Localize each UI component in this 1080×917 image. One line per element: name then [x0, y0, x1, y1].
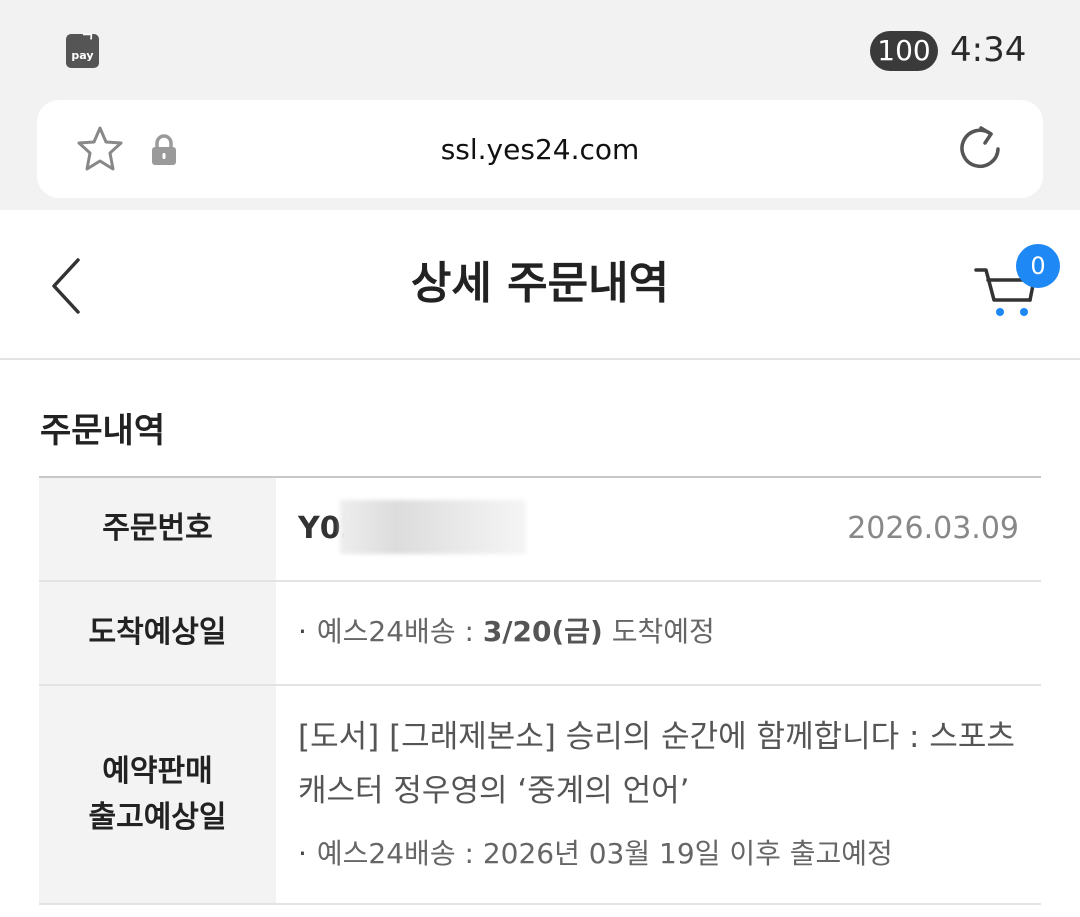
arrival-date: 3/20(금)	[482, 615, 603, 648]
arrival-label: 도착예상일	[39, 582, 276, 684]
arrival-cell: · 예스24배송 : 3/20(금) 도착예정	[276, 582, 1041, 684]
table-row: 주문번호 Y03 2026.03.09	[39, 478, 1041, 582]
ship-info: · 예스24배송 : 2026년 03월 19일 이후 출고예정	[298, 837, 893, 870]
order-date: 2026.03.09	[847, 511, 1019, 546]
url-text[interactable]: ssl.yes24.com	[37, 130, 1043, 170]
cart-count-badge: 0	[1016, 244, 1060, 288]
order-table: 주문번호 Y03 2026.03.09 도착예상일 · 예스24배송 : 3/20…	[39, 476, 1041, 905]
app-header: 상세 주문내역 0	[0, 210, 1080, 360]
preorder-label: 예약판매 출고예상일	[39, 686, 276, 903]
arrival-info: · 예스24배송 : 3/20(금) 도착예정	[298, 615, 715, 648]
address-bar[interactable]: ssl.yes24.com	[37, 100, 1043, 198]
preorder-cell: [도서] [그래제본소] 승리의 순간에 함께합니다 : 스포츠 캐스터 정우영…	[276, 686, 1041, 903]
battery-indicator: 100	[870, 31, 938, 71]
status-clock: 4:34	[950, 30, 1027, 70]
reload-icon[interactable]	[953, 122, 1007, 176]
page-title: 상세 주문내역	[410, 258, 670, 309]
status-bar: ᄀ pay 100 4:34	[0, 0, 1080, 100]
browser-toolbar: ssl.yes24.com	[0, 100, 1080, 210]
order-number-label: 주문번호	[39, 478, 276, 580]
order-number-cell: Y03 2026.03.09	[276, 478, 1041, 580]
redacted-order-number	[340, 500, 526, 554]
book-title[interactable]: [도서] [그래제본소] 승리의 순간에 함께합니다 : 스포츠 캐스터 정우영…	[298, 710, 1019, 818]
section-title: 주문내역	[40, 411, 166, 451]
table-row: 도착예상일 · 예스24배송 : 3/20(금) 도착예정	[39, 582, 1041, 686]
table-row: 예약판매 출고예상일 [도서] [그래제본소] 승리의 순간에 함께합니다 : …	[39, 686, 1041, 905]
pay-icon: ᄀ pay	[66, 34, 99, 68]
